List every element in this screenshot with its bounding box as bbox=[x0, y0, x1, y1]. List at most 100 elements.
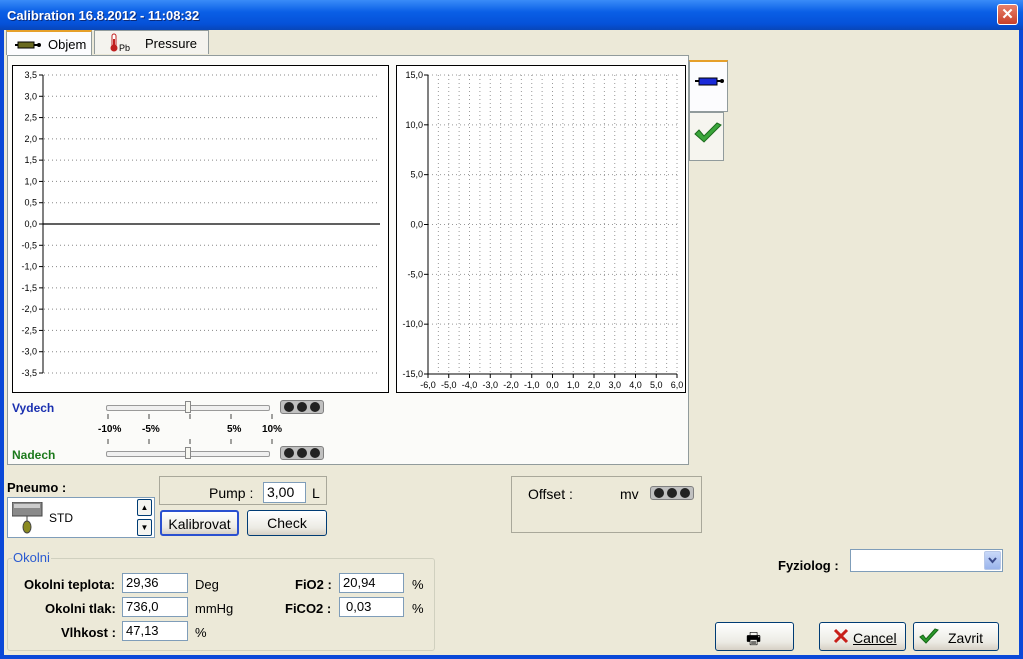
pump-label: Pump : bbox=[209, 485, 254, 501]
y-tick-label: 15,0 bbox=[405, 70, 423, 80]
y-tick-label: -15,0 bbox=[402, 369, 423, 379]
nadech-label: Nadech bbox=[12, 448, 56, 462]
nadech-slider-thumb[interactable] bbox=[185, 447, 191, 459]
pneumo-up-button[interactable]: ▲ bbox=[137, 499, 152, 516]
tab-objem[interactable]: Objem bbox=[6, 30, 92, 55]
vlhkost-field[interactable]: 47,13 bbox=[122, 621, 188, 641]
y-tick-label: -3,0 bbox=[21, 347, 37, 357]
pump-group: Pump : 3,00 L bbox=[159, 476, 327, 505]
fico2-field[interactable]: 0,03 bbox=[339, 597, 404, 617]
y-tick-label: 0,5 bbox=[24, 198, 37, 208]
pneumotach-icon bbox=[11, 501, 44, 539]
check-button[interactable]: Check bbox=[247, 510, 327, 536]
x-tick-label: 6,0 bbox=[671, 380, 684, 390]
thermometer-icon: Pb bbox=[109, 33, 133, 56]
x-tick-label: 1,0 bbox=[567, 380, 580, 390]
window-title: Calibration 16.8.2012 - 11:08:32 bbox=[7, 8, 200, 23]
volume-chart-svg: 3,5 3,0 2,5 2,0 1,5 1,0 0,5 0,0 -0,5 -1,0 -1,5 -2,0… bbox=[21, 70, 380, 378]
x-tick-label: 2,0 bbox=[588, 380, 601, 390]
y-tick-label: 3,0 bbox=[24, 91, 37, 101]
led bbox=[309, 402, 320, 412]
pump-unit: L bbox=[312, 485, 320, 501]
y-tick-label: -2,5 bbox=[21, 325, 37, 335]
x-tick-label: -3,0 bbox=[482, 380, 498, 390]
pneumo-down-button[interactable]: ▼ bbox=[137, 519, 152, 536]
x-tick-label: -6,0 bbox=[420, 380, 436, 390]
cancel-x-icon bbox=[833, 628, 849, 647]
offset-group: Offset : mv bbox=[511, 476, 702, 533]
volume-chart: 3,5 3,0 2,5 2,0 1,5 1,0 0,5 0,0 -0,5 -1,0 -1,5 -2,0… bbox=[12, 65, 389, 393]
x-tick-label: -5,0 bbox=[441, 380, 457, 390]
fyziolog-select[interactable] bbox=[850, 549, 1003, 572]
x-tick-label: 3,0 bbox=[608, 380, 621, 390]
y-tick-label: -3,5 bbox=[21, 368, 37, 378]
kalibrovat-button[interactable]: Kalibrovat bbox=[160, 510, 239, 536]
client-area: Objem Pb Pressure 3,5 3,0 2,5 2,0 1,5 1,0 0,5 0… bbox=[4, 30, 1019, 655]
pneumo-label: Pneumo : bbox=[7, 480, 67, 495]
fyziolog-label: Fyziolog : bbox=[778, 558, 839, 573]
y-tick-label: 5,0 bbox=[410, 170, 423, 180]
offset-led-indicator bbox=[650, 486, 694, 500]
y-tick-label: 2,5 bbox=[24, 113, 37, 123]
chevron-down-icon[interactable] bbox=[984, 551, 1001, 570]
x-tick-label: 0,0 bbox=[546, 380, 559, 390]
vydech-label: Vydech bbox=[12, 401, 55, 415]
okolni-teplota-unit: Deg bbox=[195, 577, 219, 592]
syringe-icon bbox=[15, 38, 41, 53]
pneumo-value: STD bbox=[49, 511, 73, 525]
slider-scale-ticks bbox=[107, 414, 273, 444]
led bbox=[309, 448, 320, 458]
y-tick-label: 3,5 bbox=[24, 70, 37, 80]
side-tab-syringe[interactable] bbox=[689, 60, 728, 112]
led bbox=[666, 488, 677, 498]
pump-input[interactable]: 3,00 bbox=[263, 482, 306, 503]
print-button[interactable]: 🖶 bbox=[715, 622, 794, 651]
cancel-label: Cancel bbox=[853, 630, 897, 646]
calibration-window: Calibration 16.8.2012 - 11:08:32 ✕ Objem… bbox=[0, 0, 1023, 659]
y-tick-label: -1,0 bbox=[21, 262, 37, 272]
y-tick-label: 1,5 bbox=[24, 155, 37, 165]
syringe-icon bbox=[695, 76, 725, 91]
fio2-unit: % bbox=[412, 577, 424, 592]
pneumo-list[interactable]: STD bbox=[7, 497, 155, 538]
offset-label: Offset : bbox=[528, 486, 573, 502]
y-tick-label: 0,0 bbox=[410, 220, 423, 230]
title-bar[interactable]: Calibration 16.8.2012 - 11:08:32 ✕ bbox=[0, 0, 1023, 30]
close-button[interactable]: ✕ bbox=[997, 4, 1018, 25]
fico2-label: FiCO2 : bbox=[285, 601, 332, 616]
vydech-led-indicator bbox=[280, 400, 324, 414]
fio2-label: FiO2 : bbox=[295, 577, 332, 592]
y-tick-label: 0,0 bbox=[24, 219, 37, 229]
okolni-tlak-unit: mmHg bbox=[195, 601, 234, 616]
nadech-led-indicator bbox=[280, 446, 324, 460]
y-tick-label: 2,0 bbox=[24, 134, 37, 144]
x-tick-label: 5,0 bbox=[650, 380, 663, 390]
y-tick-label: -10,0 bbox=[402, 319, 423, 329]
okolni-tlak-field[interactable]: 736,0 bbox=[122, 597, 188, 617]
y-tick-label: -2,0 bbox=[21, 304, 37, 314]
vlhkost-label: Vlhkost : bbox=[61, 625, 116, 640]
cancel-button[interactable]: Cancel bbox=[819, 622, 906, 651]
okolni-teplota-field[interactable]: 29,36 bbox=[122, 573, 188, 593]
tab-objem-label: Objem bbox=[48, 37, 87, 52]
side-tab-check[interactable] bbox=[689, 112, 724, 161]
fio2-field[interactable]: 20,94 bbox=[339, 573, 404, 593]
led bbox=[679, 488, 690, 498]
xy-chart-svg: 15,0 10,0 5,0 0,0 -5,0 -10,0 -15,0-6,0 -5,0 -4,0… bbox=[402, 70, 684, 390]
checkmark-icon bbox=[919, 628, 939, 649]
y-tick-label: -0,5 bbox=[21, 240, 37, 250]
zavrit-button[interactable]: Zavrit bbox=[913, 622, 999, 651]
objem-panel: 3,5 3,0 2,5 2,0 1,5 1,0 0,5 0,0 -0,5 -1,0 -1,5 -2,0… bbox=[7, 55, 689, 465]
y-tick-label: 1,0 bbox=[24, 176, 37, 186]
y-tick-label: -5,0 bbox=[407, 269, 423, 279]
tab-pressure[interactable]: Pb Pressure bbox=[94, 30, 209, 54]
x-tick-label: -1,0 bbox=[524, 380, 540, 390]
xy-chart: 15,0 10,0 5,0 0,0 -5,0 -10,0 -15,0 -6,0 -5,0 -4,0… bbox=[396, 65, 686, 393]
okolni-teplota-label: Okolni teplota: bbox=[24, 577, 115, 592]
okolni-tlak-label: Okolni tlak: bbox=[45, 601, 116, 616]
vydech-slider-thumb[interactable] bbox=[185, 401, 191, 413]
vlhkost-unit: % bbox=[195, 625, 207, 640]
offset-unit: mv bbox=[620, 486, 639, 502]
led bbox=[284, 402, 295, 412]
thermometer-icon-text: Pb bbox=[119, 43, 130, 53]
